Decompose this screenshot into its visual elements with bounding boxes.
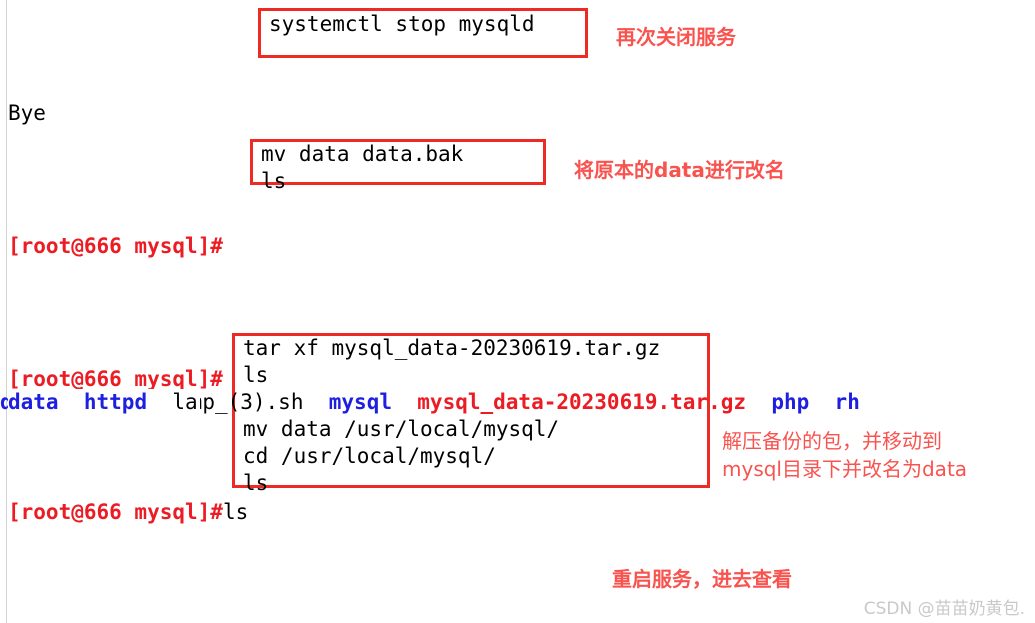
boxed-command-ls-4: ls: [243, 363, 269, 387]
ls-opt-left-segment: data httpd la: [8, 389, 200, 416]
annotation-extract-line1: 解压备份的包，并移动到: [722, 429, 942, 453]
boxed-command-stop: systemctl stop mysqld: [269, 12, 535, 36]
annotation-stop-service: 再次关闭服务: [616, 25, 736, 49]
file-entry: la: [172, 390, 198, 414]
output-text: Bye: [8, 101, 46, 126]
boxed-command-mv-bak: mv data data.bak: [261, 142, 464, 166]
shell-prompt: [root@666 mysql]#: [8, 367, 223, 392]
window-left-edge: [0, 0, 7, 623]
annotation-extract-line2: mysql目录下并改名为data: [722, 457, 968, 481]
terminal-line: [root@666 mysql]#ls: [8, 499, 1035, 526]
annotation-restart-service: 重启服务，进去查看: [612, 567, 792, 591]
dir-entry: data: [8, 390, 59, 414]
boxed-command-ls-5: ls: [243, 471, 269, 495]
terminal-output-area[interactable]: Bye [root@666 mysql]# [root@666 mysql]# …: [8, 0, 1035, 623]
dir-entry: mysql: [328, 390, 392, 414]
terminal-screenshot: Bye [root@666 mysql]# [root@666 mysql]# …: [0, 0, 1035, 623]
boxed-command-mv-usr: mv data /usr/local/mysql/: [243, 417, 560, 441]
shell-prompt: [root@666 mysql]#: [8, 500, 223, 525]
command-text: ls: [222, 500, 249, 525]
terminal-line: [root@666 mysql]#: [8, 233, 1035, 260]
terminal-line: Bye: [8, 100, 1035, 127]
shell-prompt: [root@666 mysql]#: [8, 234, 223, 259]
boxed-command-cd-mysql: cd /usr/local/mysql/: [243, 444, 496, 468]
dir-entry: rh: [834, 390, 860, 414]
dir-entry: httpd: [83, 390, 148, 414]
boxed-command-ls-2: ls: [261, 169, 287, 193]
annotation-rename-data: 将原本的data进行改名: [574, 158, 785, 182]
dir-entry: php: [771, 390, 810, 414]
boxed-command-tar: tar xf mysql_data-20230619.tar.gz: [243, 336, 661, 360]
archive-entry: mysql_data-20230619.tar.gz: [417, 390, 747, 414]
csdn-watermark: CSDN @苗苗奶黄包.: [863, 599, 1025, 619]
